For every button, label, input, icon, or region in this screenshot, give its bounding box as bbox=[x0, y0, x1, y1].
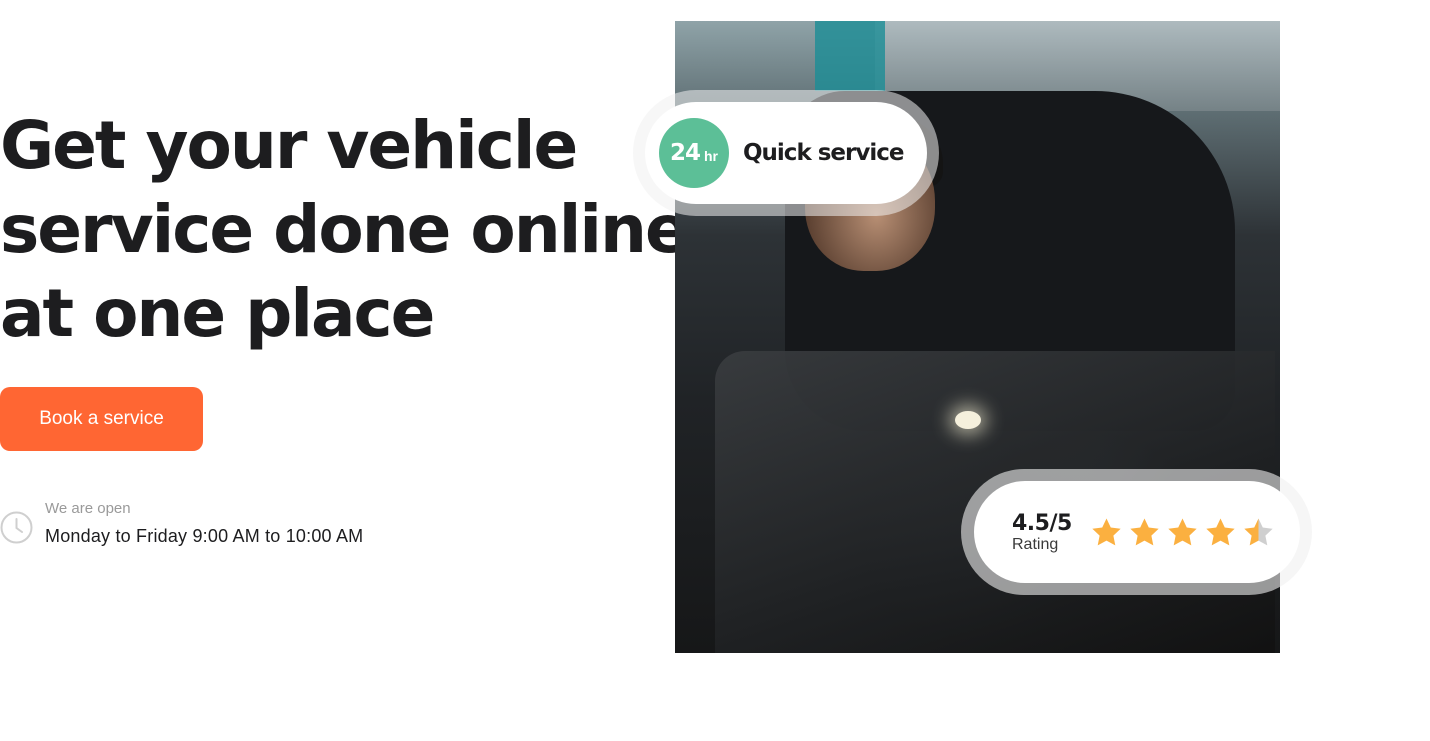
hero-title-line: service done online bbox=[0, 191, 690, 268]
quick-service-unit: hr bbox=[704, 148, 718, 164]
opening-hours: We are open Monday to Friday 9:00 AM to … bbox=[0, 498, 363, 547]
star-icon bbox=[1168, 517, 1197, 545]
hours-circle: 24 hr bbox=[659, 118, 729, 188]
clock-icon bbox=[0, 511, 33, 544]
star-icon bbox=[1206, 517, 1235, 545]
rating-stars bbox=[1090, 516, 1280, 549]
hours-value: Monday to Friday 9:00 AM to 10:00 AM bbox=[45, 526, 364, 546]
rating-badge: 4.5/5 Rating bbox=[961, 469, 1312, 595]
hero-title-line: at one place bbox=[0, 275, 435, 352]
star-icon bbox=[1130, 517, 1159, 545]
quick-service-badge: 24 hr Quick service bbox=[633, 90, 939, 216]
star-icon bbox=[1244, 517, 1273, 545]
star-icon bbox=[1092, 517, 1121, 545]
quick-service-label: Quick service bbox=[743, 140, 904, 166]
hours-label: We are open bbox=[45, 500, 131, 517]
hero-title-line: Get your vehicle bbox=[0, 107, 578, 184]
book-service-button[interactable]: Book a service bbox=[0, 387, 203, 451]
quick-service-number: 24 bbox=[669, 140, 701, 166]
hero-title: Get your vehicle service done online at … bbox=[0, 104, 690, 356]
rating-label: Rating bbox=[1012, 535, 1059, 553]
rating-value: 4.5/5 bbox=[1012, 510, 1072, 536]
